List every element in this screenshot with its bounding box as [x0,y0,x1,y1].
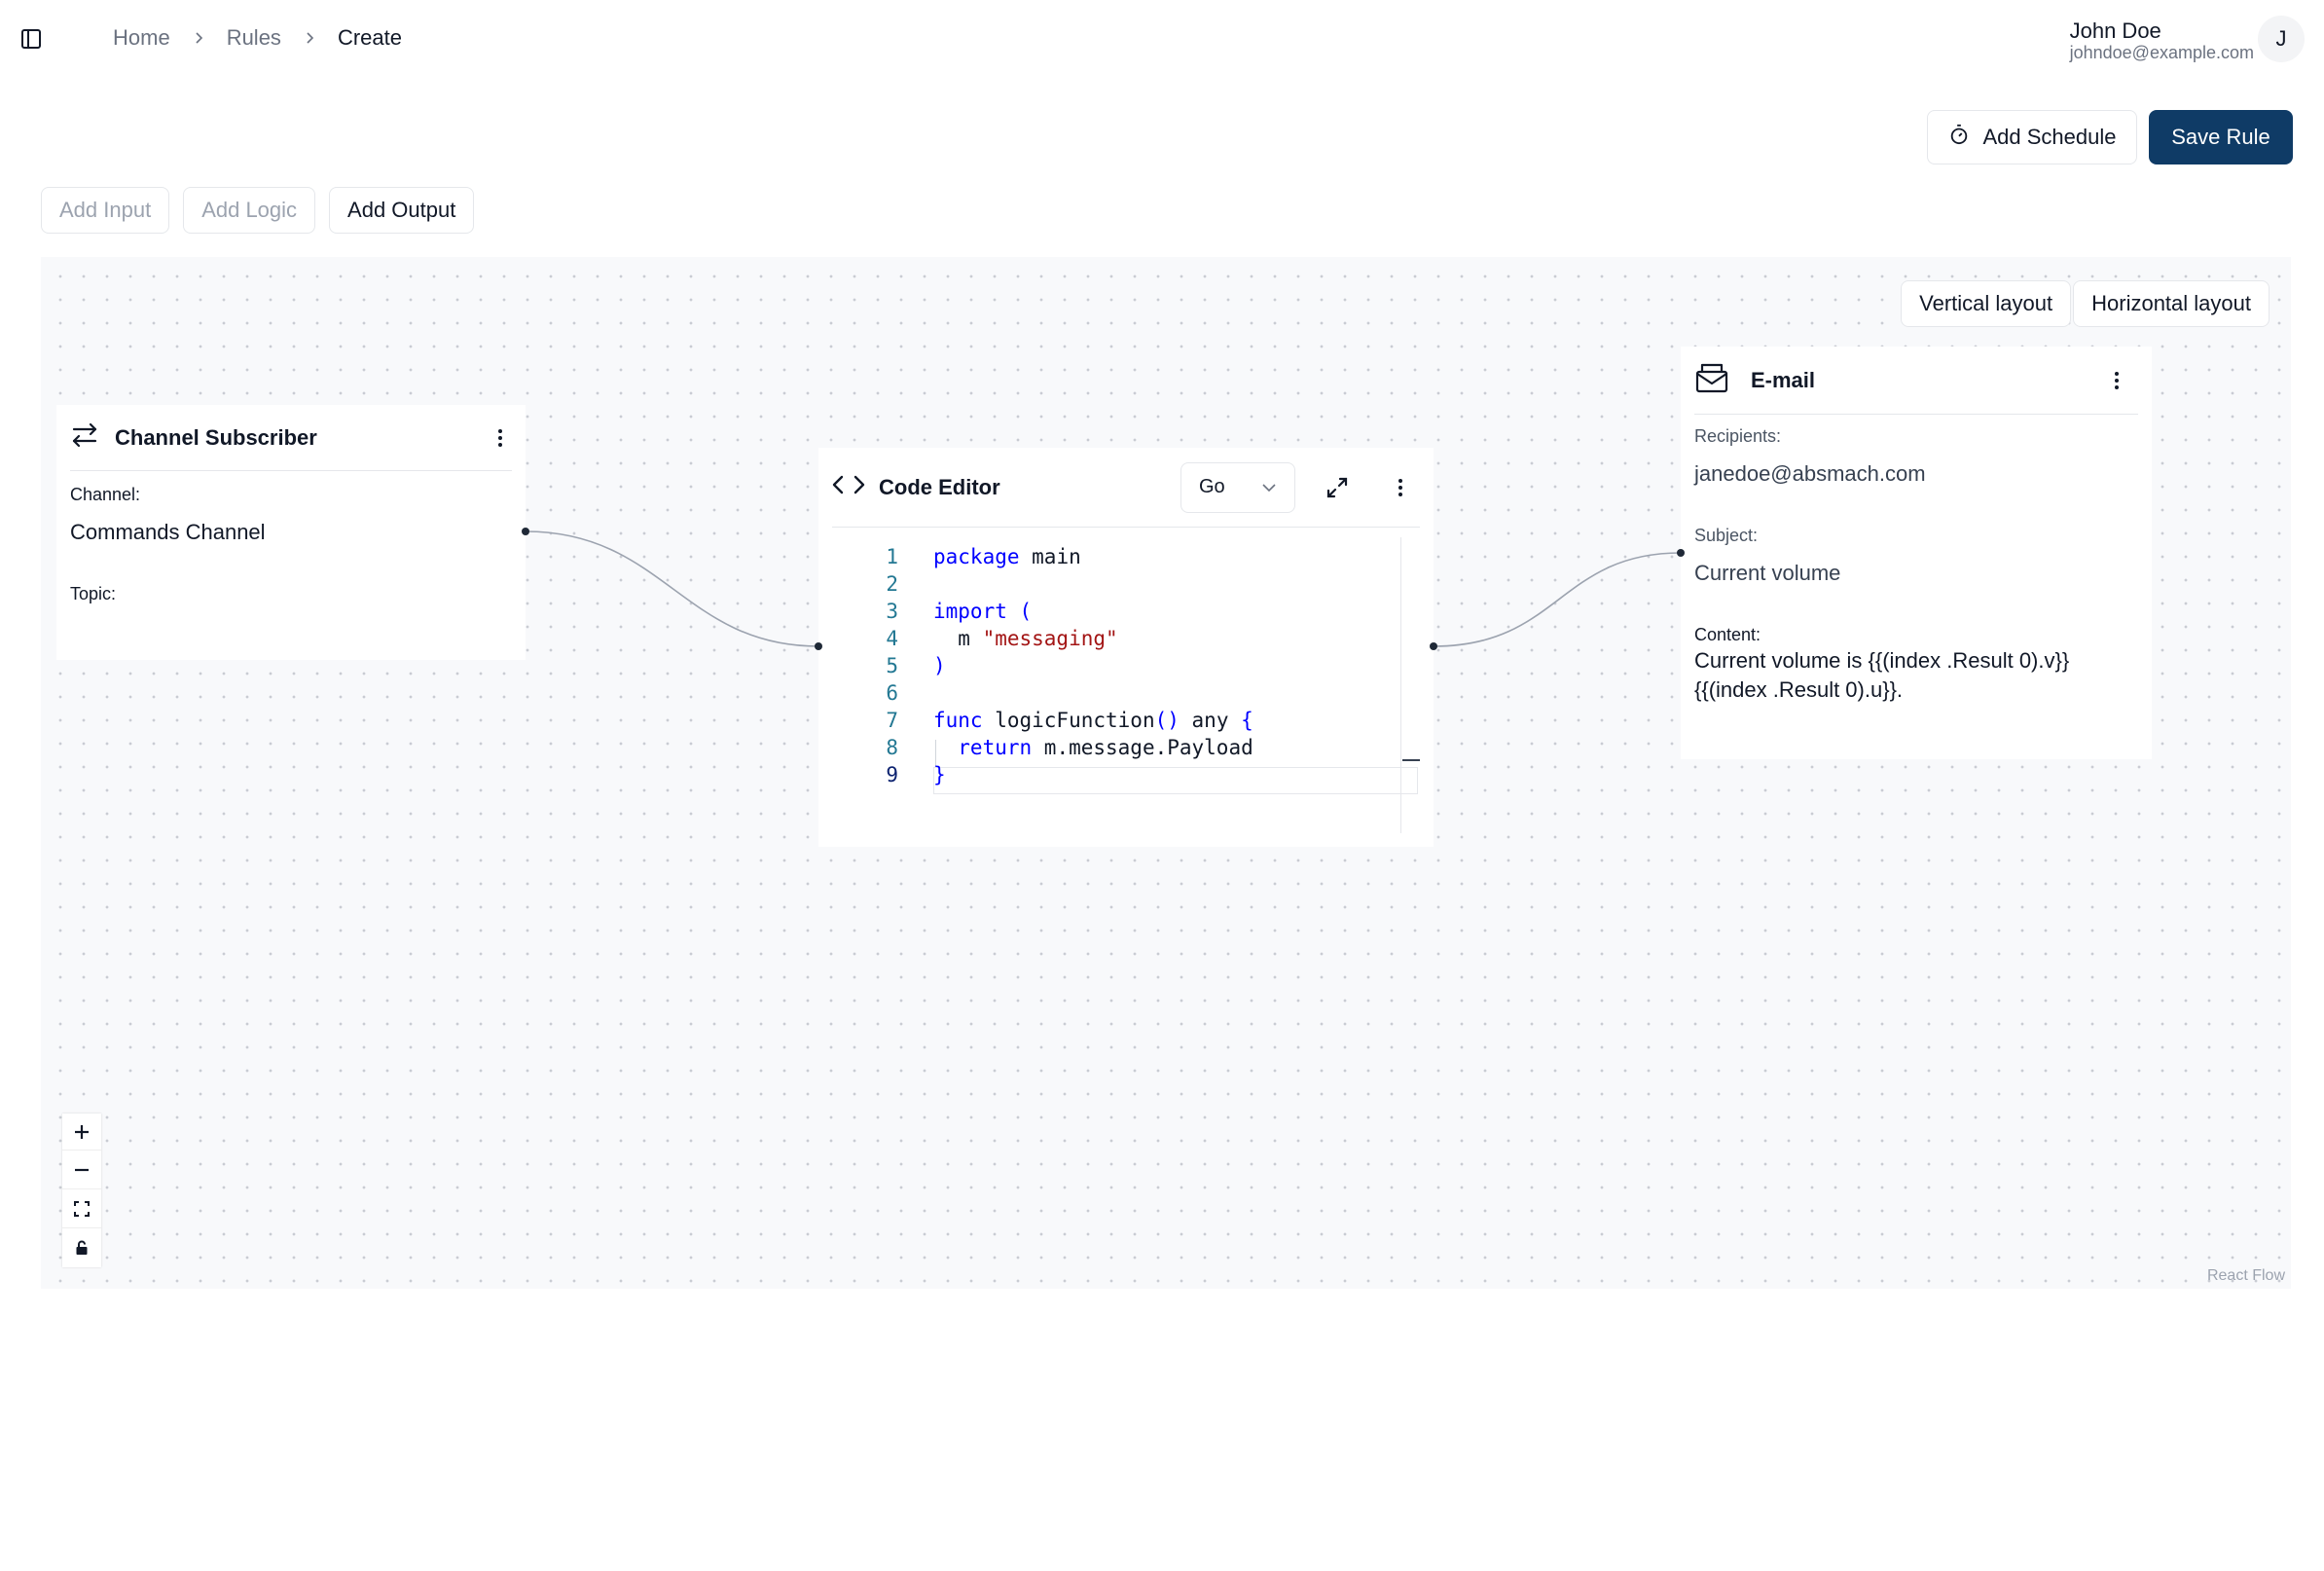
chevron-right-icon [303,31,316,45]
zoom-out-icon[interactable] [62,1151,101,1189]
node-title: Code Editor [879,474,1000,499]
code-icon [832,473,865,501]
code-editor[interactable]: 1 package main 2 3 import ( 4 m "messagi… [832,537,1420,833]
source-handle[interactable] [522,528,529,535]
source-handle[interactable] [1430,642,1437,650]
channel-subscriber-node[interactable]: Channel Subscriber Channel: Commands Cha… [56,405,526,660]
chevron-right-icon [192,31,205,45]
react-flow-attribution[interactable]: React Flow [2207,1267,2285,1285]
add-logic-button[interactable]: Add Logic [183,187,316,234]
horizontal-layout-button[interactable]: Horizontal layout [2073,280,2270,327]
recipients-value: janedoe@absmach.com [1694,461,1926,486]
topic-label: Topic: [70,584,117,603]
add-node-toolbar: Add Input Add Logic Add Output [41,187,475,234]
more-vertical-icon[interactable] [2105,369,2128,392]
node-title: E-mail [1751,367,1816,392]
breadcrumb-rules[interactable]: Rules [227,25,281,51]
language-value: Go [1199,476,1225,497]
edge-code-to-email [1433,552,1682,647]
mail-icon [1694,362,1729,398]
fit-view-icon[interactable] [62,1189,101,1228]
zoom-controls [62,1114,101,1267]
user-email: johndoe@example.com [2069,43,2254,62]
code-line: 7 func logicFunction() any { [886,709,1253,732]
code-line: 4 m "messaging" [886,627,1118,650]
code-line: 3 import ( [886,600,1033,623]
top-header: Home Rules Create John Doe johndoe@examp… [0,0,2324,78]
user-info: John Doe johndoe@example.com [2069,18,2254,63]
layout-toggle: Vertical layout Horizontal layout [1901,280,2270,327]
timer-icon [1948,124,1970,151]
code-line: 8 return m.message.Payload [886,736,1253,759]
content-line-2: {{(index .Result 0).u}}. [1694,677,1904,702]
channel-label: Channel: [70,485,141,504]
channel-value: Commands Channel [70,520,266,544]
recipients-label: Recipients: [1694,426,1782,446]
add-output-button[interactable]: Add Output [329,187,475,234]
language-select[interactable]: Go [1180,461,1295,513]
flow-canvas[interactable]: Vertical layout Horizontal layout Channe… [41,257,2291,1289]
breadcrumb-home[interactable]: Home [113,25,170,51]
code-line: 5 ) [886,654,946,677]
add-schedule-button[interactable]: Add Schedule [1927,110,2137,164]
subject-label: Subject: [1694,526,1759,545]
node-header: E-mail [1694,347,2138,415]
avatar[interactable]: J [2258,16,2305,62]
target-handle[interactable] [815,642,822,650]
code-editor-node[interactable]: Code Editor Go 1 package main 2 3 import… [818,448,1434,847]
content-line-1: Current volume is {{(index .Result 0).v}… [1694,648,2070,673]
more-vertical-icon[interactable] [489,426,512,450]
target-handle[interactable] [1677,549,1685,557]
breadcrumb-create: Create [337,25,402,50]
chevron-down-icon [1261,476,1277,498]
node-header: Channel Subscriber [70,405,512,471]
code-line: 9 } [886,763,946,786]
node-title: Channel Subscriber [115,424,317,450]
code-line: 6 [886,681,898,705]
add-schedule-label: Add Schedule [1982,125,2117,149]
subject-value: Current volume [1694,561,1841,585]
lock-icon[interactable] [62,1228,101,1267]
more-vertical-icon[interactable] [1389,476,1412,499]
email-node[interactable]: E-mail Recipients: janedoe@absmach.com S… [1681,347,2152,759]
expand-icon[interactable] [1325,475,1352,500]
sidebar-toggle-icon[interactable] [19,27,43,51]
edge-subscriber-to-code [525,530,819,647]
code-line: 1 package main [886,545,1081,568]
content-label: Content: [1694,625,1761,644]
code-line: 2 [886,572,898,596]
add-input-button[interactable]: Add Input [41,187,170,234]
vertical-layout-button[interactable]: Vertical layout [1901,280,2072,327]
save-rule-button[interactable]: Save Rule [2149,110,2293,164]
node-header: Code Editor Go [832,448,1420,528]
arrows-swap-icon [70,420,99,455]
zoom-in-icon[interactable] [62,1114,101,1151]
breadcrumb: Home Rules Create [113,25,402,51]
user-name: John Doe [2069,18,2161,43]
